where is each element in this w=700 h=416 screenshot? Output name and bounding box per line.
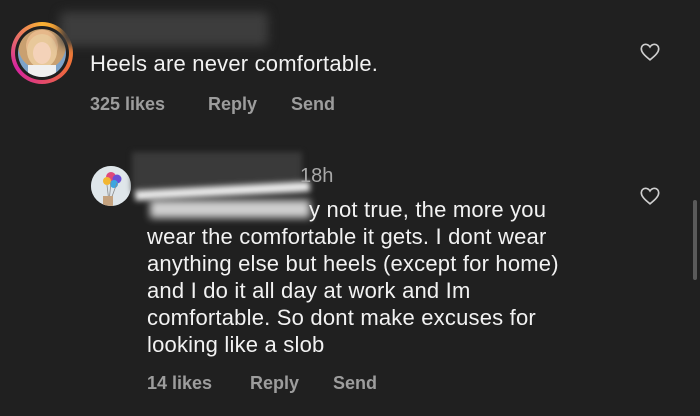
reply-button[interactable]: Reply: [208, 94, 257, 115]
comment-line: y not true, the more you: [309, 197, 547, 222]
comment-text: Heels are never comfortable.: [90, 51, 379, 76]
send-button[interactable]: Send: [291, 94, 335, 115]
send-button[interactable]: Send: [333, 373, 377, 394]
redacted-username: [60, 12, 268, 46]
like-count[interactable]: 14 likes: [147, 373, 212, 394]
comment-line: and I do it all day at work and Im: [147, 278, 471, 303]
comment-time: 18h: [300, 165, 334, 187]
avatar[interactable]: [91, 166, 131, 206]
avatar-photo: [18, 29, 66, 77]
comment-line: comfortable. So dont make excuses for: [147, 305, 536, 330]
heart-icon[interactable]: [639, 41, 661, 63]
reply-button[interactable]: Reply: [250, 373, 299, 394]
comment-text: y not true, the more you wear the comfor…: [147, 196, 617, 358]
comment-line: looking like a slob: [147, 332, 325, 357]
balloons-image: [91, 166, 131, 206]
scrollbar[interactable]: [693, 200, 697, 280]
comment-line: wear the comfortable it gets. I dont wea…: [147, 224, 547, 249]
heart-icon[interactable]: [639, 185, 661, 207]
like-count[interactable]: 325 likes: [90, 94, 165, 115]
comment-line: anything else but heels (except for home…: [147, 251, 559, 276]
